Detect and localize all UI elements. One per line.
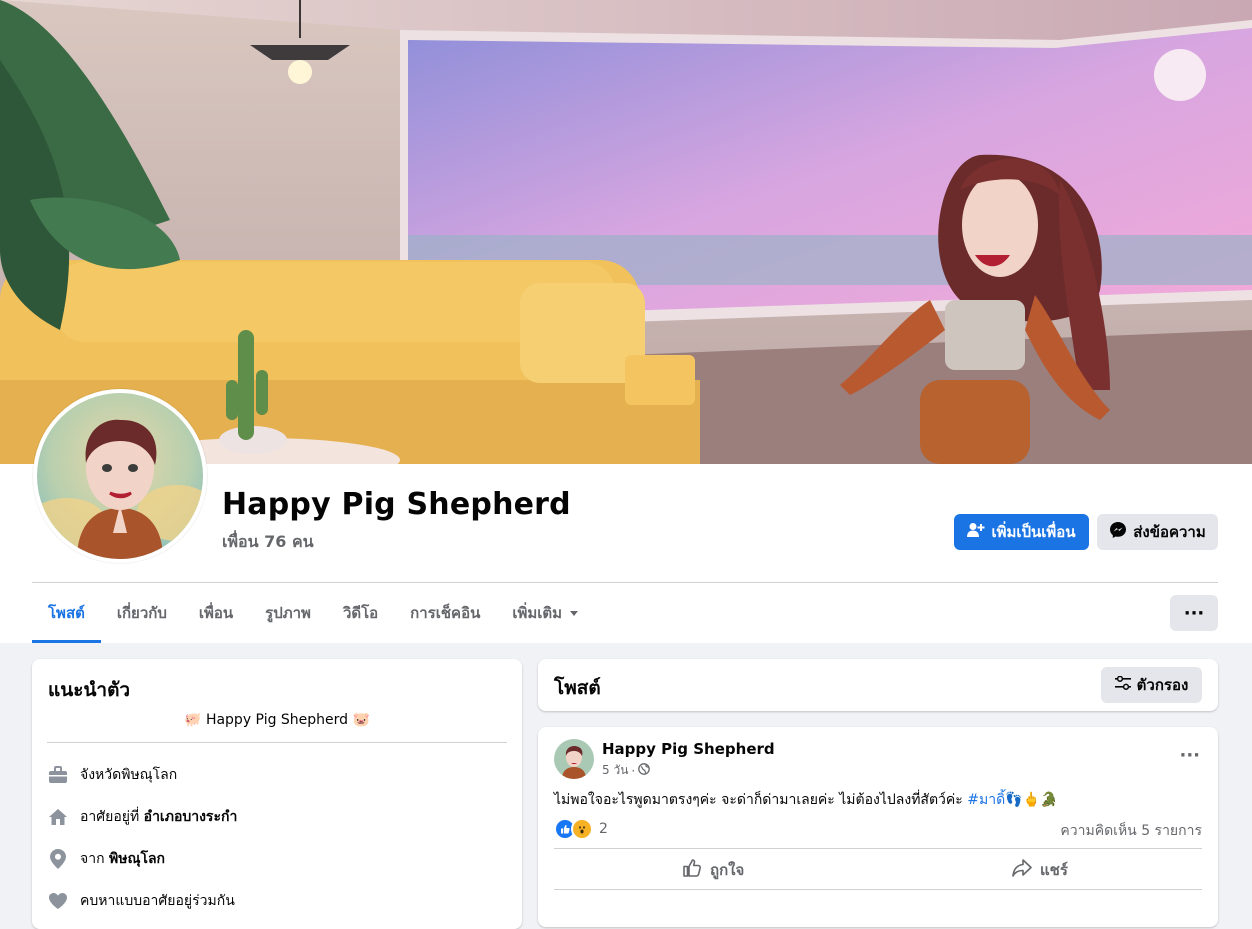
intro-row-text: คบหาแบบอาศัยอยู่ร่วมกัน <box>80 893 235 909</box>
comment-count[interactable]: ความคิดเห็น 5 รายการ <box>1060 820 1202 842</box>
heart-icon <box>48 891 68 911</box>
pig-face-icon: 🐷 <box>352 712 370 728</box>
intro-row-relationship: คบหาแบบอาศัยอยู่ร่วมกัน <box>48 890 235 912</box>
tab-label: เกี่ยวกับ <box>116 604 167 622</box>
friend-count[interactable]: เพื่อน 76 คน <box>222 530 314 555</box>
pig-icon: 🐖 <box>184 712 202 728</box>
tab-posts[interactable]: โพสต์ <box>32 583 101 643</box>
profile-tabs: โพสต์ เกี่ยวกับ เพื่อน รูปภาพ วิดีโอ การ… <box>32 583 594 643</box>
posts-header-card: โพสต์ ตัวกรอง <box>538 659 1218 711</box>
intro-title: แนะนำตัว <box>48 679 131 701</box>
filter-label: ตัวกรอง <box>1136 676 1189 694</box>
reaction-count: 2 <box>599 821 608 837</box>
thumbs-up-icon <box>682 858 702 882</box>
cover-photo[interactable] <box>0 0 1252 464</box>
intro-row-lives-in: อาศัยอยู่ที่ อำเภอบางระกำ <box>48 806 237 828</box>
filter-icon <box>1114 675 1131 694</box>
intro-row-work: จังหวัดพิษณุโลก <box>48 764 177 786</box>
post-author-avatar[interactable] <box>554 739 594 779</box>
post-author[interactable]: Happy Pig Shepherd <box>602 740 775 758</box>
message-button[interactable]: ส่งข้อความ <box>1097 514 1218 550</box>
comments-divider <box>554 889 1202 890</box>
post-body: ไม่พอใจอะไรพูดมาตรงๆค่ะ จะด่าก็ด่ามาเลยค… <box>554 792 968 808</box>
reactions-summary[interactable]: 2 <box>554 818 608 840</box>
globe-icon <box>638 763 651 778</box>
post-card: Happy Pig Shepherd 5 วัน · ··· ไม่พอใจอะ… <box>538 727 1218 927</box>
intro-card: แนะนำตัว 🐖 Happy Pig Shepherd 🐷 จังหวัดพ… <box>32 659 522 929</box>
tab-label: วิดีโอ <box>342 604 379 622</box>
filter-button[interactable]: ตัวกรอง <box>1101 667 1202 703</box>
tab-label: การเช็คอิน <box>410 604 481 622</box>
message-label: ส่งข้อความ <box>1133 523 1206 541</box>
messenger-icon <box>1109 521 1127 543</box>
hashtag-link[interactable]: #มาดิ้ <box>967 792 1005 808</box>
post-options-button[interactable]: ··· <box>1179 745 1200 766</box>
tab-label: รูปภาพ <box>265 604 311 622</box>
avatar <box>37 393 203 559</box>
caret-down-icon <box>570 610 579 616</box>
tab-label: เพื่อน <box>198 604 234 622</box>
briefcase-icon <box>48 765 68 785</box>
meta-dot: · <box>631 763 636 778</box>
tab-label: เพิ่มเติม <box>512 604 563 622</box>
tab-label: โพสต์ <box>48 604 85 622</box>
intro-row-text: อาศัยอยู่ที่ อำเภอบางระกำ <box>80 809 238 825</box>
tab-friends[interactable]: เพื่อน <box>183 583 249 643</box>
profile-header: Happy Pig Shepherd เพื่อน 76 คน เพิ่มเป็… <box>0 0 1252 643</box>
tab-checkins[interactable]: การเช็คอิน <box>394 583 496 643</box>
lives-in-link[interactable]: อำเภอบางระกำ <box>144 809 238 825</box>
tab-videos[interactable]: วิดีโอ <box>327 583 394 643</box>
home-icon <box>48 807 68 827</box>
add-friend-button[interactable]: เพิ่มเป็นเพื่อน <box>954 514 1089 550</box>
intro-row-text: จังหวัดพิษณุโลก <box>80 767 178 783</box>
tab-photos[interactable]: รูปภาพ <box>249 583 327 643</box>
like-button[interactable]: ถูกใจ <box>682 858 744 882</box>
share-button[interactable]: แชร์ <box>1012 858 1068 882</box>
bio-text: Happy Pig Shepherd <box>205 712 349 728</box>
post-time[interactable]: 5 วัน <box>602 761 628 780</box>
more-options-button[interactable]: ··· <box>1170 595 1218 631</box>
share-icon <box>1012 859 1032 881</box>
wow-reaction-icon <box>571 818 593 840</box>
profile-name: Happy Pig Shepherd <box>222 487 571 522</box>
intro-row-text: จาก พิษณุโลก <box>80 851 166 867</box>
profile-picture[interactable] <box>33 389 207 563</box>
add-user-icon <box>967 522 985 542</box>
location-pin-icon <box>48 849 68 869</box>
intro-row-from: จาก พิษณุโลก <box>48 848 165 870</box>
intro-divider <box>47 742 507 743</box>
intro-bio: 🐖 Happy Pig Shepherd 🐷 <box>32 712 522 728</box>
tab-more[interactable]: เพิ่มเติม <box>496 583 594 643</box>
post-meta: 5 วัน · <box>602 761 651 780</box>
add-friend-label: เพิ่มเป็นเพื่อน <box>991 523 1076 541</box>
post-text: ไม่พอใจอะไรพูดมาตรงๆค่ะ จะด่าก็ด่ามาเลยค… <box>554 789 1057 811</box>
post-actions-divider <box>554 848 1202 849</box>
like-label: ถูกใจ <box>710 861 745 879</box>
hometown-link[interactable]: พิษณุโลก <box>109 851 165 867</box>
posts-title: โพสต์ <box>554 677 601 699</box>
post-emoji: 👣🖕🐊 <box>1005 792 1058 808</box>
tab-about[interactable]: เกี่ยวกับ <box>101 583 183 643</box>
share-label: แชร์ <box>1040 861 1068 879</box>
